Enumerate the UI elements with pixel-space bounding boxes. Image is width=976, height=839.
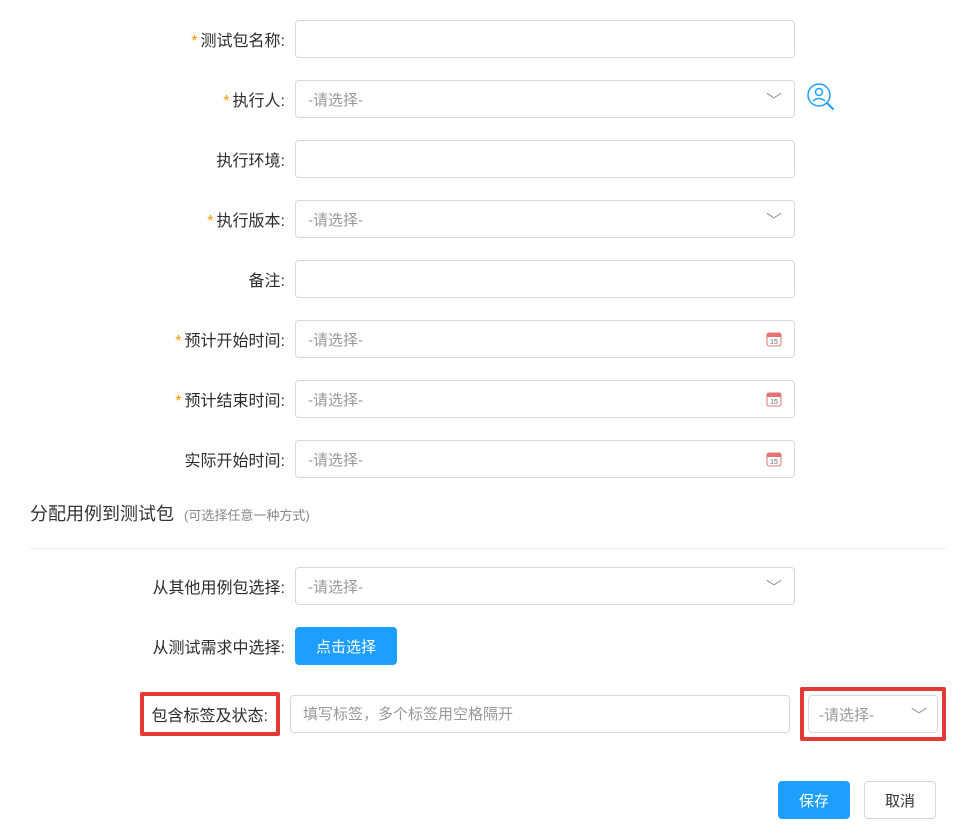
version-label: 执行版本 [217,213,281,230]
environment-label: 执行环境 [217,153,281,170]
status-select[interactable]: -请选择- ﹀ [808,695,938,733]
chevron-down-icon: ﹀ [766,574,782,598]
version-select[interactable]: -请选择- ﹀ [295,200,795,238]
save-button[interactable]: 保存 [778,781,850,819]
cancel-button[interactable]: 取消 [864,781,936,819]
tag-label-highlight: 包含标签及状态: [140,692,280,736]
package-name-label: 测试包名称 [201,33,281,50]
svg-text:15: 15 [770,339,778,346]
divider [30,548,946,549]
tag-status-label: 包含标签及状态 [152,708,264,725]
environment-input[interactable] [295,140,795,178]
calendar-icon: 15 [766,451,782,467]
executor-select[interactable]: -请选择- ﹀ [295,80,795,118]
package-name-input[interactable] [295,20,795,58]
from-other-label: 从其他用例包选择 [153,580,281,597]
actual-start-picker[interactable]: -请选择- 15 [295,440,795,478]
end-time-label: 预计结束时间 [185,393,281,410]
tag-input[interactable] [290,695,790,733]
user-search-icon[interactable] [807,83,835,115]
chevron-down-icon: ﹀ [766,207,782,231]
from-other-select[interactable]: -请选择- ﹀ [295,567,795,605]
svg-text:15: 15 [770,459,778,466]
status-select-highlight: -请选择- ﹀ [800,687,946,741]
svg-text:15: 15 [770,399,778,406]
section-subtitle: (可选择任意一种方式) [184,505,310,524]
start-time-label: 预计开始时间 [185,333,281,350]
calendar-icon: 15 [766,391,782,407]
remark-label: 备注 [249,273,281,290]
calendar-icon: 15 [766,331,782,347]
start-time-picker[interactable]: -请选择- 15 [295,320,795,358]
chevron-down-icon: ﹀ [911,702,927,726]
click-select-button[interactable]: 点击选择 [295,627,397,665]
remark-input[interactable] [295,260,795,298]
chevron-down-icon: ﹀ [766,87,782,111]
executor-label: 执行人 [233,93,281,110]
section-title: 分配用例到测试包 [30,500,174,526]
from-req-label: 从测试需求中选择 [153,640,281,657]
actual-start-label: 实际开始时间 [185,453,281,470]
end-time-picker[interactable]: -请选择- 15 [295,380,795,418]
